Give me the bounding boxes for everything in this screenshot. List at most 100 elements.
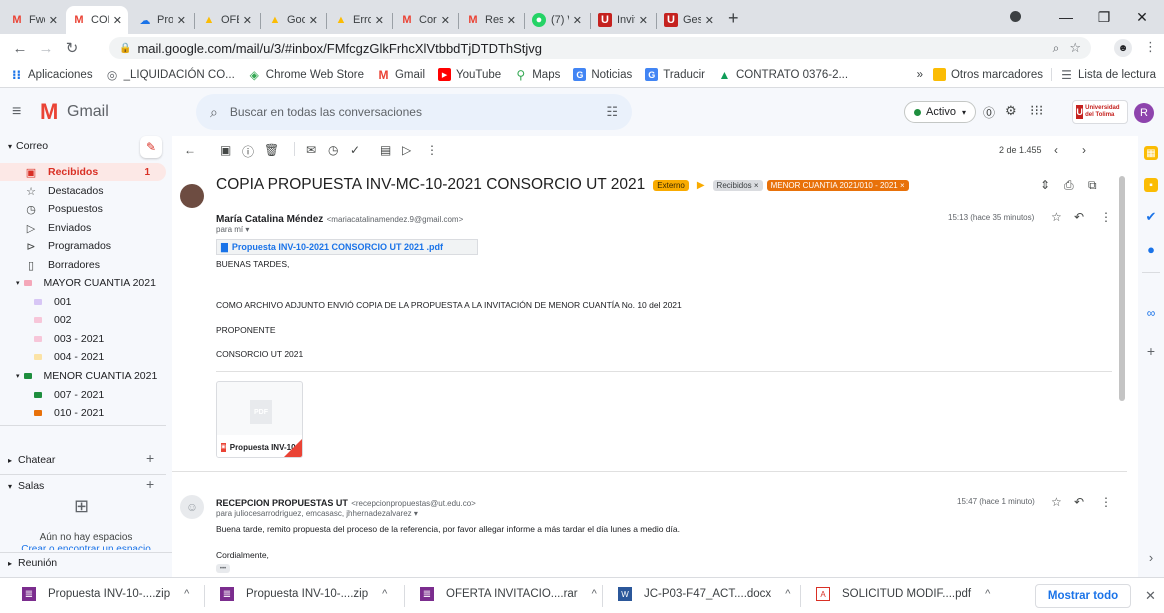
close-icon[interactable]: ✕ [573,14,582,27]
download-item-4[interactable]: W JC-P03-F47_ACT....docx ^ [618,587,790,601]
tab-propu[interactable]: ☁Propu✕ [132,6,192,34]
search-input[interactable]: Buscar en todas las conversaciones [230,105,422,119]
chevron-up-icon[interactable]: ^ [785,588,790,600]
sidebar-label-002[interactable]: 002 [0,311,166,329]
search-box[interactable]: ⌕ Buscar en todas las conversaciones ☷ [196,94,632,130]
report-spam-icon[interactable]: ⓘ [242,143,254,160]
chevron-up-icon[interactable]: ^ [985,588,990,600]
sidebar-item-enviados[interactable]: ▷ Enviados [0,219,166,237]
sidebar-label-010[interactable]: 010 - 2021 [0,404,166,422]
label-chip-menor-cuantia[interactable]: MENOR CUANTIA 2021/010 - 2021 × [766,179,909,191]
importance-marker-icon[interactable]: ▶ [697,180,705,191]
tab-googl[interactable]: ▲Googl✕ [262,6,324,34]
profile-avatar-icon[interactable]: ☻ [1114,39,1132,57]
sidebar-item-destacados[interactable]: ☆ Destacados [0,182,166,200]
close-icon[interactable]: ✕ [243,14,252,27]
sidebar-label-003[interactable]: 003 - 2021 [0,330,166,348]
bookmark-others[interactable]: Otros marcadores [932,68,1043,81]
tab-error[interactable]: ▲Error 4✕ [328,6,390,34]
sidebar-item-borradores[interactable]: ▯ Borradores [0,256,166,274]
download-item-3[interactable]: ≣ OFERTA INVITACIO....rar ^ [420,587,597,601]
expand-panel-icon[interactable]: › [1144,550,1158,565]
add-addon-icon[interactable]: + [1144,343,1158,359]
tasks-icon[interactable]: ✔ [1144,209,1158,224]
contacts-icon[interactable]: ● [1144,242,1158,257]
snooze-icon[interactable]: ◷ [328,143,338,157]
sidebar-label-007[interactable]: 007 - 2021 [0,386,166,404]
sidebar-label-001[interactable]: 001 [0,293,166,311]
bookmark-youtube[interactable]: ▶ YouTube [438,68,501,81]
address-bar[interactable]: 🔒 mail.google.com/mail/u/3/#inbox/FMfcgz… [109,37,1091,59]
add-room-icon[interactable]: + [146,476,154,492]
reload-button[interactable]: ↻ [62,38,82,58]
profile-dot-icon[interactable] [1010,11,1021,22]
org-badge[interactable]: U Universidad del Tolima [1072,100,1128,124]
recipient-details[interactable]: para juliocesarrodriguez, emcasasc, jhhe… [216,509,418,518]
zoom-icon[interactable]: ⌕ [1053,41,1060,56]
sidebar-label-004[interactable]: 004 - 2021 [0,348,166,366]
meet-section-header[interactable]: ▸ Reunión [8,557,57,569]
expand-all-icon[interactable]: ⇕ [1040,178,1050,192]
bookmarks-overflow[interactable]: » [917,69,923,81]
chevron-up-icon[interactable]: ^ [184,588,189,600]
reply-icon[interactable]: ↶ [1074,495,1084,509]
tab-ofert[interactable]: ▲OFERT✕ [196,6,258,34]
close-icon[interactable]: ✕ [639,14,648,27]
attachment-card[interactable]: PDF ▣ Propuesta INV-10-... [216,381,303,458]
hamburger-menu-icon[interactable]: ≡ [12,103,21,121]
close-icon[interactable]: ✕ [441,14,450,27]
print-icon[interactable]: ⎙ [1064,178,1074,193]
scrollbar-thumb[interactable] [1119,176,1125,401]
bookmark-liquidacion[interactable]: ◎ _LIQUIDACIÓN CO... [106,68,235,82]
keep-icon[interactable]: ▪ [1144,178,1158,192]
mail-section-header[interactable]: ▾ Correo [8,140,48,152]
sidebar-label-menor-cuantia[interactable]: ▾ MENOR CUANTIA 2021 [0,367,166,385]
back-button[interactable]: ← [10,38,30,58]
download-item-5[interactable]: A SOLICITUD MODIF....pdf ^ [816,587,990,601]
open-new-window-icon[interactable]: ⧉ [1088,178,1097,193]
close-icon[interactable]: ✕ [375,14,384,27]
move-to-icon[interactable]: ▤ [380,143,391,157]
close-icon[interactable]: ✕ [49,14,58,27]
delete-icon[interactable]: 🗑 [264,143,279,157]
star-icon[interactable]: ☆ [1051,495,1062,509]
chevron-up-icon[interactable]: ^ [592,588,597,600]
close-icon[interactable]: ✕ [113,14,122,27]
minimize-button[interactable]: — [1048,4,1084,30]
tab-whatsapp[interactable]: ●(7) Wh✕ [526,6,588,34]
label-chip-recibidos[interactable]: Recibidos × [712,179,763,191]
addon-icon[interactable]: ∞ [1144,306,1158,320]
label-chip-externo[interactable]: Externo [653,179,689,191]
maximize-button[interactable]: ❐ [1086,4,1122,30]
close-icon[interactable]: ✕ [177,14,186,27]
mark-unread-icon[interactable]: ✉ [306,143,316,157]
tab-invitac[interactable]: UInvitac✕ [592,6,654,34]
bookmark-maps[interactable]: ⚲ Maps [514,68,560,82]
calendar-icon[interactable]: ▦ [1144,146,1158,160]
tab-copia[interactable]: MCOPIA✕ [66,6,128,34]
tab-correo[interactable]: MCorreo✕ [394,6,456,34]
show-all-downloads-button[interactable]: Mostrar todo [1035,584,1131,608]
download-item-1[interactable]: ≣ Propuesta INV-10-....zip ^ [22,587,189,601]
close-icon[interactable]: ✕ [705,14,714,27]
back-arrow-icon[interactable]: ← [184,143,196,157]
close-icon[interactable]: ✕ [507,14,516,27]
bookmark-webstore[interactable]: ◈ Chrome Web Store [248,68,364,82]
close-downloads-icon[interactable]: ✕ [1145,588,1156,604]
menu-kebab-icon[interactable]: ⋮ [1144,39,1157,55]
close-window-button[interactable]: ✕ [1124,4,1160,30]
tab-gestio[interactable]: UGestió✕ [658,6,720,34]
more-options-icon[interactable]: ⋮ [426,143,438,157]
recipient-details[interactable]: para mí ▾ [216,225,249,234]
sender-avatar[interactable] [180,184,204,208]
reply-icon[interactable]: ↶ [1074,210,1084,224]
add-chat-icon[interactable]: + [146,450,154,466]
rooms-create-link[interactable]: Crear o encontrar un espacio [0,544,172,550]
bookmark-contrato[interactable]: ▲ CONTRATO 0376-2... [718,68,849,82]
search-icon[interactable]: ⌕ [210,104,218,121]
sidebar-label-mayor-cuantia[interactable]: ▾ MAYOR CUANTIA 2021 [0,274,166,292]
chat-section-header[interactable]: ▸ Chatear [8,454,55,466]
tab-resulta[interactable]: MResulta✕ [460,6,522,34]
label-icon[interactable]: ▷ [402,143,411,157]
newer-chevron-icon[interactable]: ‹ [1054,143,1058,157]
